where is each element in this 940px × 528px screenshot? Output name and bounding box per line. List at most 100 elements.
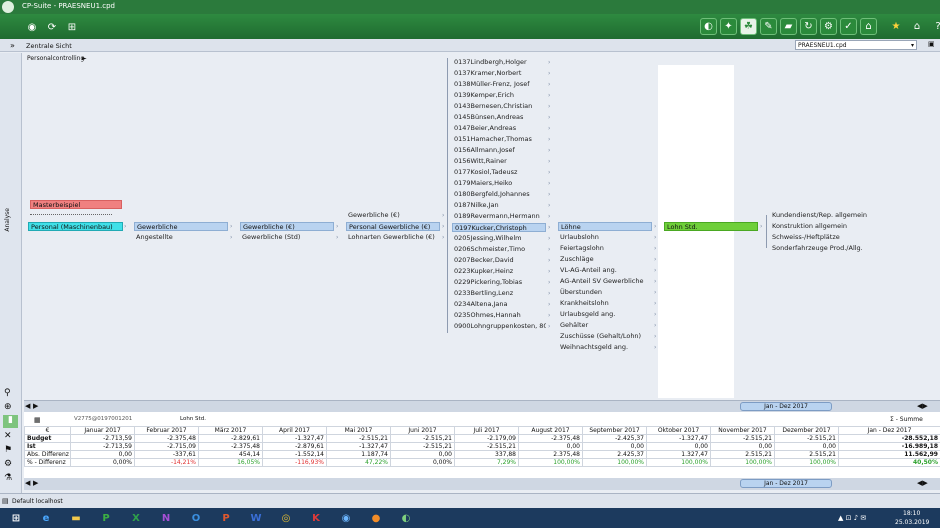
table-cell[interactable]: 337,88 <box>454 450 519 459</box>
employee-item[interactable]: 0206Schmeister,Timo <box>452 245 546 254</box>
sum-toggle[interactable]: Σ - Summe <box>890 416 923 423</box>
employee-item[interactable]: 0233Bertling,Lenz <box>452 289 546 298</box>
table-cell[interactable]: -2.713,59 <box>70 442 135 451</box>
module-button-5[interactable]: ▰ <box>780 18 797 35</box>
table-cell[interactable]: 40,50% <box>838 458 940 467</box>
employee-item[interactable]: 0143Bernesen,Christian <box>452 102 546 111</box>
table-cell[interactable]: -2.715,09 <box>134 442 199 451</box>
column-header[interactable]: Januar 2017 <box>70 426 135 435</box>
table-cell[interactable]: 0,00 <box>518 442 583 451</box>
column-header[interactable]: November 2017 <box>710 426 775 435</box>
expand-icon[interactable]: » <box>10 41 15 50</box>
tool-icon-7[interactable]: ⚗ <box>4 473 12 483</box>
scroll-right-icon[interactable]: ▶ <box>33 402 38 410</box>
column-header[interactable]: März 2017 <box>198 426 263 435</box>
wage-type-item[interactable]: Gehälter <box>558 321 652 330</box>
column-header[interactable]: Juli 2017 <box>454 426 519 435</box>
target-item[interactable]: Schweiss-/Heftplätze <box>770 233 890 242</box>
employee-item[interactable]: 0900Lohngruppenkosten, 80 % <box>452 322 546 331</box>
module-button-8[interactable]: ✓ <box>840 18 857 35</box>
employee-item[interactable]: 0177Kosiol,Tadeusz <box>452 168 546 177</box>
wage-type-selected[interactable]: Löhne <box>558 222 652 231</box>
target-item[interactable]: Konstruktion allgemein <box>770 222 890 231</box>
file-select[interactable]: PRAESNEU1.cpd ▾ <box>795 40 917 50</box>
column-header[interactable]: Juni 2017 <box>390 426 455 435</box>
table-cell[interactable]: -1.327,47 <box>326 442 391 451</box>
table-cell[interactable]: 454,14 <box>198 450 263 459</box>
chrome-icon[interactable]: ◎ <box>276 510 296 526</box>
table-cell[interactable]: 1.187,74 <box>326 450 391 459</box>
employee-item[interactable]: 0137Lindbergh,Holger <box>452 58 546 67</box>
node-personal-gewerbliche[interactable]: Personal Gewerbliche (€) <box>346 222 440 231</box>
table-cell[interactable]: -2.515,21 <box>710 434 775 443</box>
tree-icon[interactable]: ⊞ <box>64 19 80 35</box>
column-header[interactable]: Jan - Dez 2017 <box>838 426 940 435</box>
excel-icon[interactable]: X <box>126 510 146 526</box>
wage-type-item[interactable]: Urlaubsgeld ang. <box>558 310 652 319</box>
scroll-left-icon[interactable]: ◀ <box>25 479 30 487</box>
wage-type-item[interactable]: Zuschläge <box>558 255 652 264</box>
table-cell[interactable]: 0,00 <box>710 442 775 451</box>
wage-type-item[interactable]: AG-Anteil SV Gewerbliche <box>558 277 652 286</box>
column-header[interactable]: August 2017 <box>518 426 583 435</box>
globe-icon[interactable]: ◉ <box>24 19 40 35</box>
table-cell[interactable]: 2.515,21 <box>710 450 775 459</box>
module-button-4[interactable]: ✎ <box>760 18 777 35</box>
table-cell[interactable]: 100,00% <box>774 458 839 467</box>
table-cell[interactable]: 0,00 <box>70 450 135 459</box>
app-orange-icon[interactable]: ● <box>366 510 386 526</box>
table-cell[interactable]: 0,00 <box>390 450 455 459</box>
table-cell[interactable]: -337,61 <box>134 450 199 459</box>
table-cell[interactable]: -2.515,21 <box>390 442 455 451</box>
table-cell[interactable]: -2.879,61 <box>262 442 327 451</box>
module-button-3[interactable]: ☘ <box>740 18 757 35</box>
powerpoint-icon[interactable]: P <box>216 510 236 526</box>
table-cell[interactable]: -2.515,21 <box>326 434 391 443</box>
employee-item[interactable]: 0139Kemper,Erich <box>452 91 546 100</box>
node-angestellte[interactable]: Angestellte <box>134 233 228 242</box>
employee-item[interactable]: 0234Altena,Jana <box>452 300 546 309</box>
table-cell[interactable]: 16,05% <box>198 458 263 467</box>
table-cell[interactable]: -1.327,47 <box>646 434 711 443</box>
table-cell[interactable]: 7,29% <box>454 458 519 467</box>
column-header[interactable]: Dezember 2017 <box>774 426 839 435</box>
wage-type-item[interactable]: Zuschüsse (Gehalt/Lohn) <box>558 332 652 341</box>
employee-item[interactable]: 0205Jessing,Wilhelm <box>452 234 546 243</box>
tool-icon-2[interactable]: ⊕ <box>4 402 12 412</box>
tool-icon-4[interactable]: ✕ <box>4 431 12 441</box>
wage-type-item[interactable]: Krankheitslohn <box>558 299 652 308</box>
table-cell[interactable]: -1.552,14 <box>262 450 327 459</box>
table-cell[interactable]: -2.713,59 <box>70 434 135 443</box>
table-icon[interactable]: ▦ <box>34 416 41 424</box>
table-cell[interactable]: 2.375,48 <box>518 450 583 459</box>
scroll-left-icon[interactable]: ◀ <box>25 402 30 410</box>
cp-suite-task-icon[interactable]: ◐ <box>396 510 416 526</box>
employee-item[interactable]: 0147Beier,Andreas <box>452 124 546 133</box>
column-header[interactable]: Februar 2017 <box>134 426 199 435</box>
period-range-pill-bottom[interactable]: Jan - Dez 2017 <box>740 479 832 488</box>
wage-type-item[interactable]: VL-AG-Anteil ang. <box>558 266 652 275</box>
employee-item[interactable]: 0156Witt,Rainer <box>452 157 546 166</box>
home-icon[interactable]: ⌂ <box>909 18 925 34</box>
tool-icon-5[interactable]: ⚑ <box>4 445 12 455</box>
scroll-right-icon[interactable]: ▶ <box>33 479 38 487</box>
table-cell[interactable]: -2.375,48 <box>134 434 199 443</box>
breadcrumb[interactable]: Personalcontrolling <box>27 55 84 62</box>
table-cell[interactable]: 0,00 <box>774 442 839 451</box>
outlook-icon[interactable]: O <box>186 510 206 526</box>
horizontal-scrollbar-bottom[interactable]: ◀ ▶ Jan - Dez 2017 ◀▶ <box>24 478 940 490</box>
employee-item[interactable]: 0207Becker,David <box>452 256 546 265</box>
column-header[interactable]: Oktober 2017 <box>646 426 711 435</box>
table-cell[interactable]: -2.375,48 <box>198 442 263 451</box>
tool-icon-1[interactable]: ⚲ <box>4 388 11 398</box>
module-button-6[interactable]: ↻ <box>800 18 817 35</box>
target-item[interactable]: Kundendienst/Rep. allgemein <box>770 211 890 220</box>
employee-item-selected[interactable]: 0197Kucker,Christoph <box>452 223 546 232</box>
table-cell[interactable]: 1.327,47 <box>646 450 711 459</box>
wage-type-item[interactable]: Feiertagslohn <box>558 244 652 253</box>
help-icon[interactable]: ? <box>930 18 940 34</box>
table-cell[interactable]: 100,00% <box>646 458 711 467</box>
edge-icon[interactable]: e <box>36 510 56 526</box>
start-icon[interactable]: ⊞ <box>6 510 26 526</box>
table-cell[interactable]: -2.425,37 <box>582 434 647 443</box>
